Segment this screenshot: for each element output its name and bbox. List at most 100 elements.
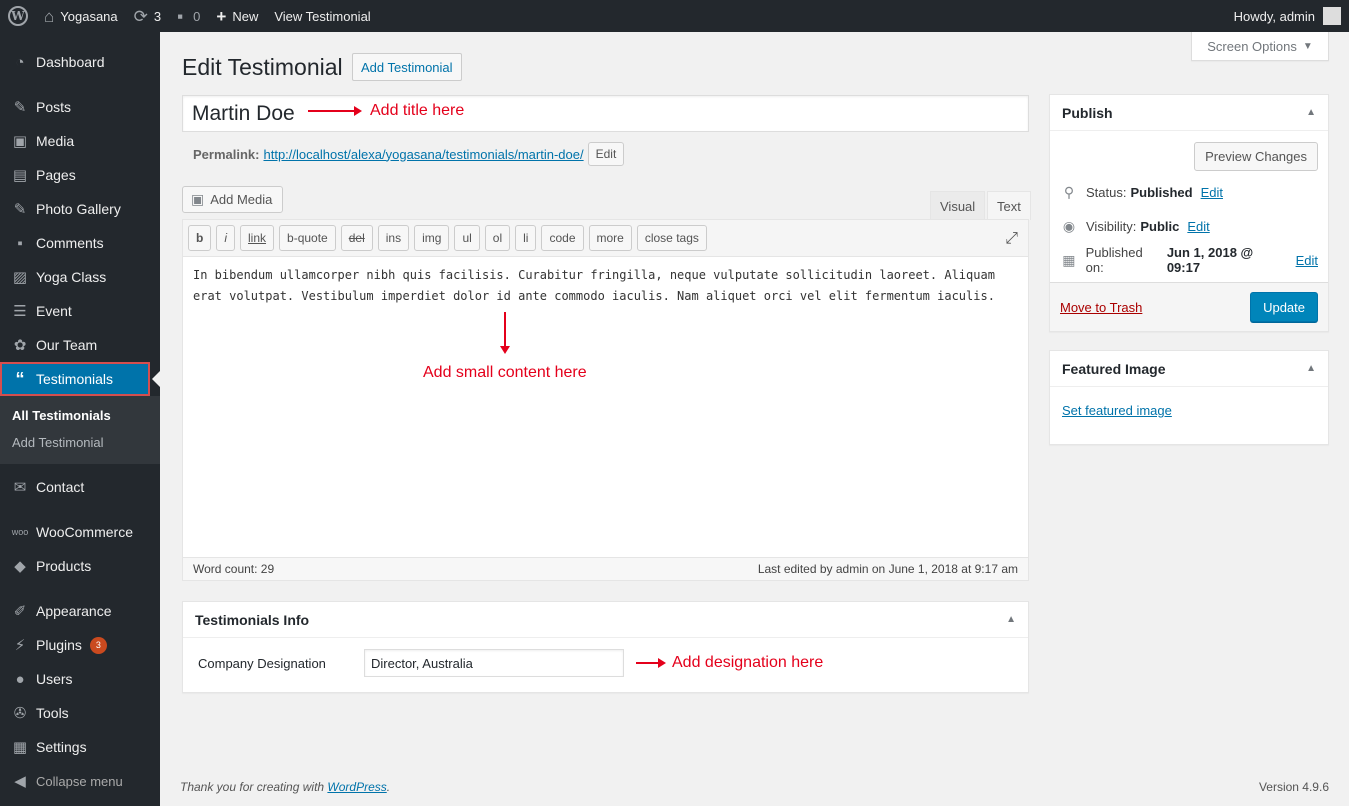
footer-thanks: Thank you for creating with WordPress. bbox=[180, 780, 390, 794]
menu-label: Photo Gallery bbox=[36, 201, 121, 217]
menu-media[interactable]: ▣ Media bbox=[0, 124, 160, 158]
menu-woocommerce[interactable]: woo WooCommerce bbox=[0, 515, 160, 549]
menu-label: Dashboard bbox=[36, 54, 105, 70]
menu-label: Our Team bbox=[36, 337, 98, 353]
admin-bar: W ⌂ Yogasana ⟳ 3 ▪ 0 + New View Testimon… bbox=[0, 0, 1349, 32]
updates-link[interactable]: ⟳ 3 bbox=[126, 0, 169, 32]
published-label: Published on: bbox=[1085, 245, 1143, 275]
menu-comments[interactable]: ▪ Comments bbox=[0, 226, 160, 260]
quicktag-italic-button[interactable]: i bbox=[216, 225, 236, 251]
team-icon: ✿ bbox=[13, 337, 27, 354]
triangle-up-icon[interactable]: ▲ bbox=[1306, 107, 1316, 118]
menu-pages[interactable]: ▤ Pages bbox=[0, 158, 160, 192]
submenu-add-testimonial[interactable]: Add Testimonial bbox=[0, 429, 160, 456]
plugins-update-badge: 3 bbox=[89, 636, 107, 654]
menu-appearance[interactable]: ✐ Appearance bbox=[0, 594, 160, 628]
my-account-link[interactable]: Howdy, admin bbox=[1234, 7, 1349, 25]
featured-image-title: Featured Image bbox=[1062, 360, 1166, 377]
new-content-link[interactable]: + New bbox=[208, 0, 266, 32]
quote-icon: “ bbox=[15, 368, 25, 389]
featured-image-header[interactable]: Featured Image ▲ bbox=[1050, 351, 1328, 387]
footer-wordpress-link[interactable]: WordPress bbox=[327, 780, 386, 794]
menu-plugins[interactable]: ⚡ Plugins 3 bbox=[0, 628, 160, 662]
preview-changes-button[interactable]: Preview Changes bbox=[1194, 142, 1318, 171]
menu-dashboard[interactable]: ◔ Dashboard bbox=[0, 45, 160, 79]
menu-yoga-class[interactable]: ▨ Yoga Class bbox=[0, 260, 160, 294]
eye-icon: ◉ bbox=[1062, 217, 1076, 234]
quicktag-close-tags-button[interactable]: close tags bbox=[636, 225, 707, 251]
triangle-up-icon[interactable]: ▲ bbox=[1306, 363, 1316, 374]
quicktag-li-button[interactable]: li bbox=[515, 225, 537, 251]
update-button[interactable]: Update bbox=[1250, 292, 1318, 322]
quicktag-link-button[interactable]: link bbox=[240, 225, 275, 251]
pin-icon: ⚲ bbox=[1063, 183, 1075, 200]
updates-icon: ⟳ bbox=[133, 6, 148, 26]
menu-tools[interactable]: ✇ Tools bbox=[0, 696, 160, 730]
menu-label: Comments bbox=[36, 235, 104, 251]
permalink-label: Permalink: bbox=[193, 146, 260, 162]
menu-label: Tools bbox=[36, 705, 69, 721]
post-title-value: Martin Doe bbox=[192, 101, 295, 125]
permalink-url[interactable]: http://localhost/alexa/yogasana/testimon… bbox=[263, 147, 583, 162]
quicktag-bold-button[interactable]: b bbox=[188, 225, 212, 251]
permalink-edit-button[interactable]: Edit bbox=[587, 142, 625, 166]
view-label: View Testimonial bbox=[274, 8, 371, 24]
wordpress-logo-icon: W bbox=[8, 6, 28, 26]
menu-collapse[interactable]: ◀ Collapse menu bbox=[0, 764, 160, 798]
quicktag-ol-button[interactable]: ol bbox=[484, 225, 511, 251]
visibility-edit-link[interactable]: Edit bbox=[1187, 219, 1209, 234]
content-textarea[interactable]: In bibendum ullamcorper nibh quis facili… bbox=[183, 257, 1030, 315]
view-testimonial-link[interactable]: View Testimonial bbox=[266, 0, 378, 32]
menu-users[interactable]: ● Users bbox=[0, 662, 160, 696]
comment-bubble-icon: ▪ bbox=[177, 6, 184, 26]
add-media-label: Add Media bbox=[210, 192, 273, 207]
set-featured-image-link[interactable]: Set featured image bbox=[1062, 403, 1172, 418]
menu-our-team[interactable]: ✿ Our Team bbox=[0, 328, 160, 362]
arrow-right-icon bbox=[636, 658, 666, 668]
quicktag-code-button[interactable]: code bbox=[541, 225, 584, 251]
tab-visual[interactable]: Visual bbox=[930, 191, 986, 220]
content-annotation-text: Add small content here bbox=[423, 364, 587, 381]
testimonials-info-header[interactable]: Testimonials Info ▲ bbox=[183, 602, 1028, 638]
site-name-link[interactable]: ⌂ Yogasana bbox=[36, 0, 126, 32]
menu-contact[interactable]: ✉ Contact bbox=[0, 470, 160, 504]
quicktag-ul-button[interactable]: ul bbox=[454, 225, 480, 251]
publish-header[interactable]: Publish ▲ bbox=[1050, 95, 1328, 131]
add-new-button[interactable]: Add Testimonial bbox=[352, 53, 462, 81]
published-edit-link[interactable]: Edit bbox=[1296, 253, 1318, 268]
add-media-button[interactable]: ▣ Add Media bbox=[182, 186, 284, 213]
screen-options-button[interactable]: Screen Options ▼ bbox=[1191, 32, 1329, 61]
wp-logo-menu[interactable]: W bbox=[0, 0, 36, 32]
quicktag-img-button[interactable]: img bbox=[414, 225, 450, 251]
arrow-right-icon bbox=[308, 106, 362, 116]
tab-text[interactable]: Text bbox=[987, 191, 1031, 220]
menu-label: Testimonials bbox=[36, 371, 114, 387]
quicktag-ins-button[interactable]: ins bbox=[377, 225, 410, 251]
status-edit-link[interactable]: Edit bbox=[1201, 185, 1223, 200]
submenu-all-testimonials[interactable]: All Testimonials bbox=[0, 402, 160, 429]
featured-image-box: Featured Image ▲ Set featured image bbox=[1049, 350, 1329, 445]
menu-testimonials[interactable]: “ Testimonials bbox=[0, 362, 160, 396]
triangle-up-icon[interactable]: ▲ bbox=[1006, 614, 1016, 625]
menu-settings[interactable]: ▦ Settings bbox=[0, 730, 160, 764]
menu-photo-gallery[interactable]: ✎ Photo Gallery bbox=[0, 192, 160, 226]
arrow-down-icon bbox=[499, 312, 510, 354]
move-to-trash-link[interactable]: Move to Trash bbox=[1060, 300, 1142, 315]
menu-posts[interactable]: ✎ Posts bbox=[0, 90, 160, 124]
testimonials-info-box: Testimonials Info ▲ Company Designation … bbox=[182, 601, 1029, 693]
designation-label: Company Designation bbox=[198, 655, 326, 671]
designation-input[interactable]: Director, Australia bbox=[364, 649, 624, 677]
quicktag-blockquote-button[interactable]: b-quote bbox=[279, 225, 336, 251]
menu-label: WooCommerce bbox=[36, 524, 133, 540]
visibility-row: ◉ Visibility: Public Edit bbox=[1050, 209, 1328, 243]
quicktag-more-button[interactable]: more bbox=[588, 225, 632, 251]
products-icon: ◆ bbox=[14, 558, 26, 575]
plug-icon: ⚡ bbox=[14, 637, 26, 654]
comments-link[interactable]: ▪ 0 bbox=[169, 0, 208, 32]
menu-label: Pages bbox=[36, 167, 76, 183]
fullscreen-icon[interactable]: ⤢ bbox=[1005, 230, 1018, 248]
menu-products[interactable]: ◆ Products bbox=[0, 549, 160, 583]
status-row: ⚲ Status: Published Edit bbox=[1050, 175, 1328, 209]
menu-event[interactable]: ☰ Event bbox=[0, 294, 160, 328]
quicktag-del-button[interactable]: del bbox=[340, 225, 373, 251]
